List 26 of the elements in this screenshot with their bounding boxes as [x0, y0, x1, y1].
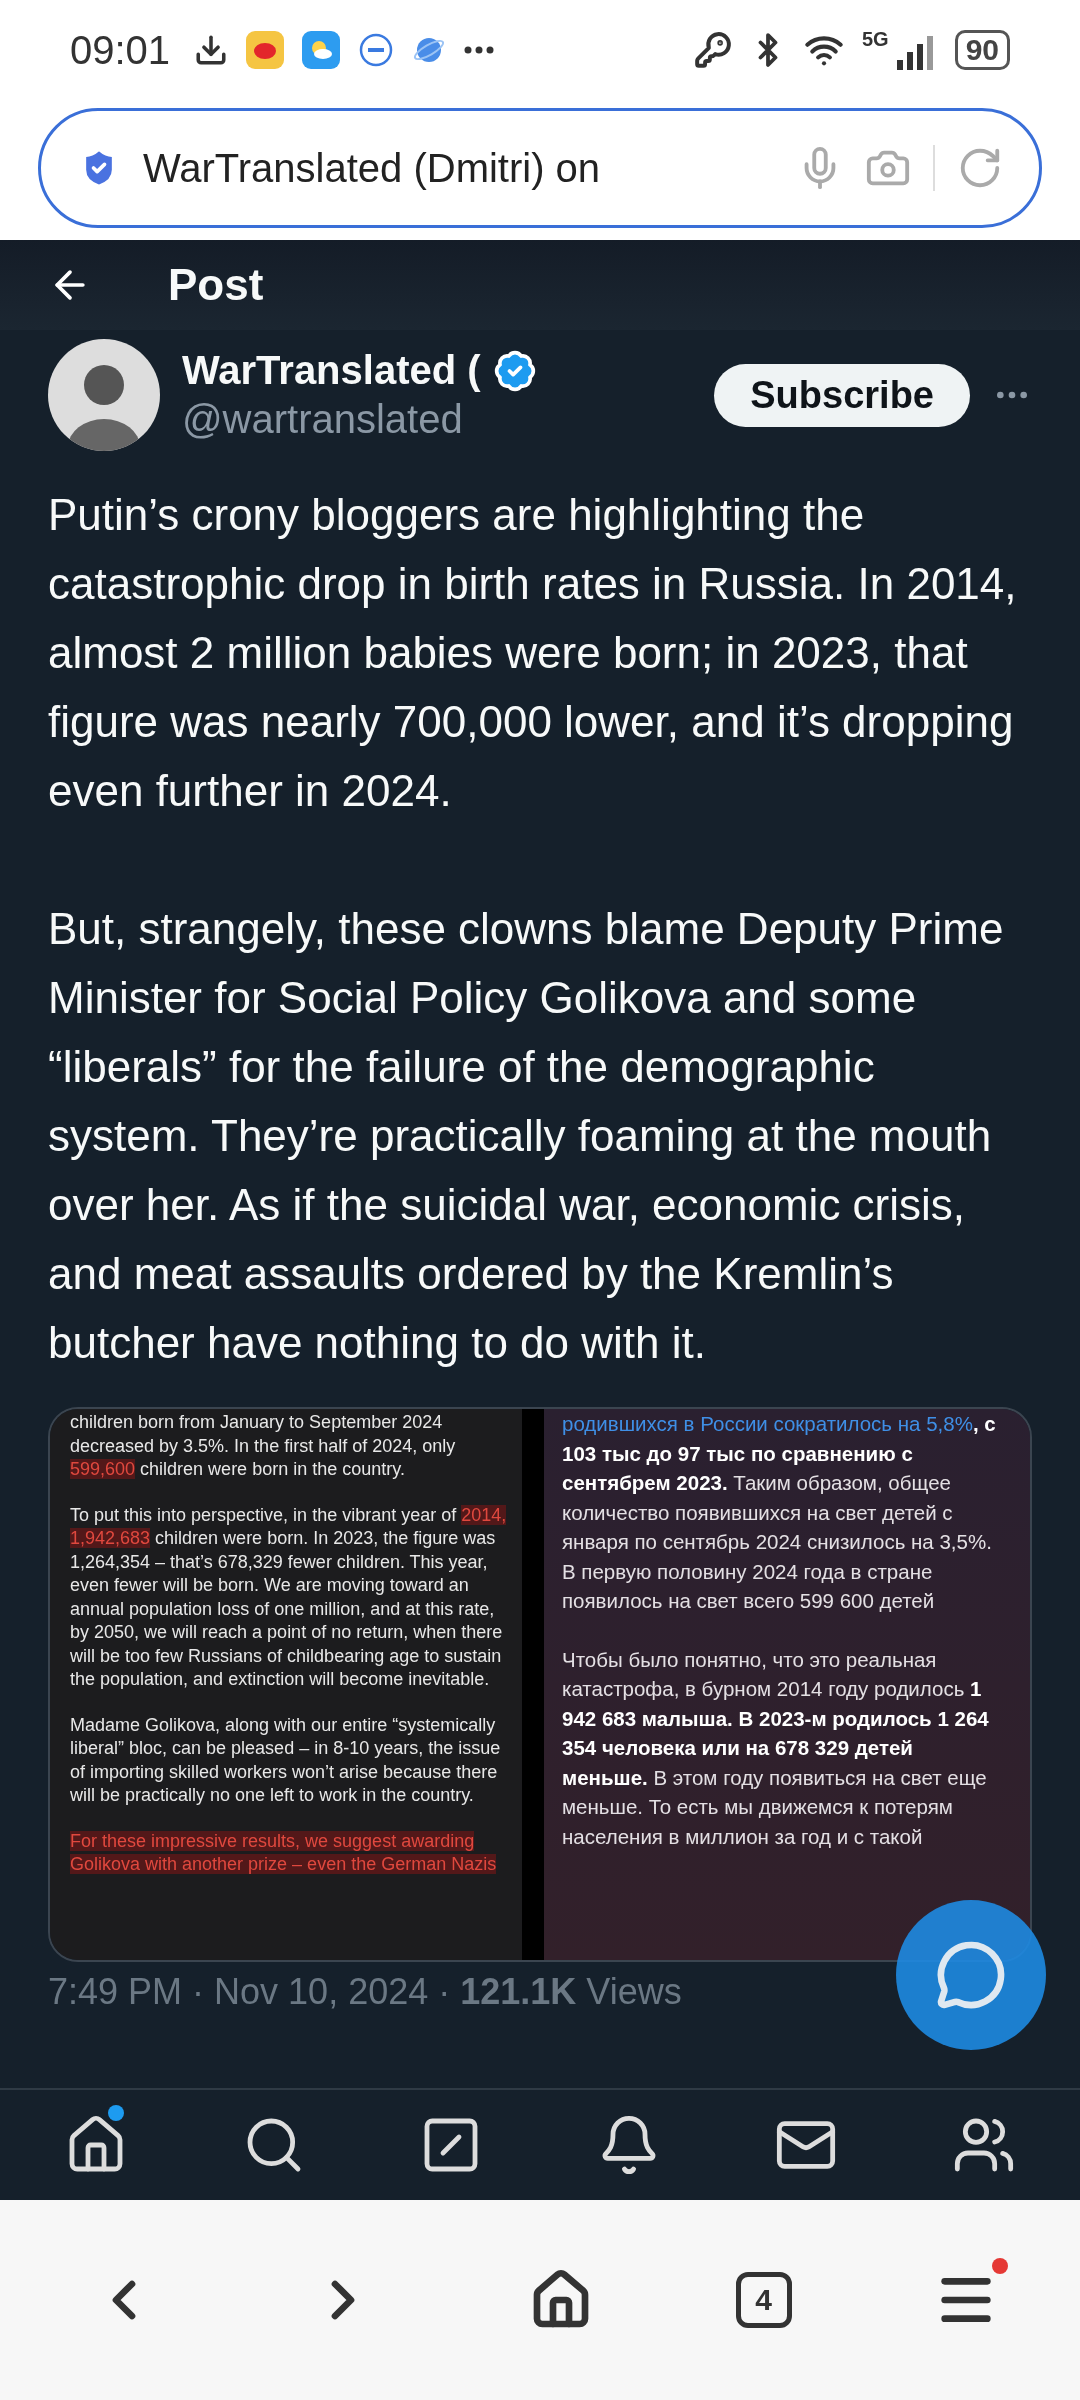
image-paragraph: родившихся в России сократилось на 5,8%, с 103 тыс до 97 тыс по сравнению с сентябрем 2023. Таким образом, общее количество появившихся на свет детей с января по сентябрь 2024 снизилось на 3,5%. В первую половину 2024 года в стране появилось на свет всего 599 600 детей [562, 1411, 997, 1614]
more-notifications-icon [464, 46, 495, 54]
author-handle[interactable]: @wartranslated [182, 397, 693, 442]
download-icon [194, 33, 229, 67]
image-paragraph: Madame Golikova, along with our entire “systemically liberal” bloc, can be pleased – in 8-10 years, the issue of importing skilled workers won’t arise because there will be practically no one left to work in the country. [70, 1713, 502, 1807]
page-heading: Post [168, 260, 264, 310]
page-title: WarTranslated (Dmitri) on [143, 145, 602, 191]
image-paragraph: Чтобы было понятно, что это реальная катастрофа, в бурном 2014 году родилось 1 942 683 малыша. В 2023-м родилось 1 264 354 человека или на 678 329 детей меньше. В этом году появиться на свет еще меньше. То есть мы движемся к потерям населения в миллион за год и с такой [562, 1646, 990, 1850]
author-name[interactable]: WarTranslated ( [182, 348, 481, 393]
key-icon [693, 31, 732, 69]
status-time: 09:01 [70, 27, 171, 73]
network-type: 5G [861, 28, 889, 51]
image-paragraph: For these impressive results, we suggest awarding Golikova with another prize – even the German Nazis [70, 1829, 498, 1876]
battery-level: 90 [954, 30, 1010, 70]
post-timestamp: 7:49 PM · Nov 10, 2024 · 121.1K Views [48, 1970, 682, 2014]
subscribe-button[interactable]: Subscribe [714, 363, 970, 427]
chat-bubble-icon [935, 1939, 1007, 2011]
app-notification-icon [246, 31, 285, 69]
image-paragraph: children born from January to September 2024 decreased by 3.5%. In the first half of 2024, only 599,600 children were born in the country. [70, 1411, 457, 1481]
tabs-button[interactable]: 4 [735, 2272, 792, 2328]
post-paragraph: But, strangely, these clowns blame Deputy Prime Minister for Social Policy Golikova and some “liberals” for the failure of the demographic system. They’re practically foaming at the mouth over her. As if the suicidal war, economic crisis, and meat assaults ordered by the Kremlin’s butcher have nothing to do with it. [48, 903, 1005, 1369]
weather-icon [302, 31, 341, 69]
image-paragraph: To put this into perspective, in the vibrant year of 2014, 1,942,683 children were born. In 2023, the figure was 1,264,354 – that’s 678,329 fewer children. This year, even fewer will be born. We are moving toward an annual population loss of one million, and at this rate, by 2050, we will reach a point of no return, when there will be too few Russians of childbearing age to sustain the population, and extinction will become inevitable. [70, 1503, 508, 1691]
post-image[interactable] [48, 1407, 1032, 1962]
app-notification-icon [358, 32, 395, 68]
post-paragraph: Putin’s crony bloggers are highlighting the catastrophic drop in birth rates in Russia. In 2014, almost 2 million babies were born; in 2023, that figure was nearly 700,000 lower, and it’s dropping even further in 2024. [48, 489, 1018, 817]
